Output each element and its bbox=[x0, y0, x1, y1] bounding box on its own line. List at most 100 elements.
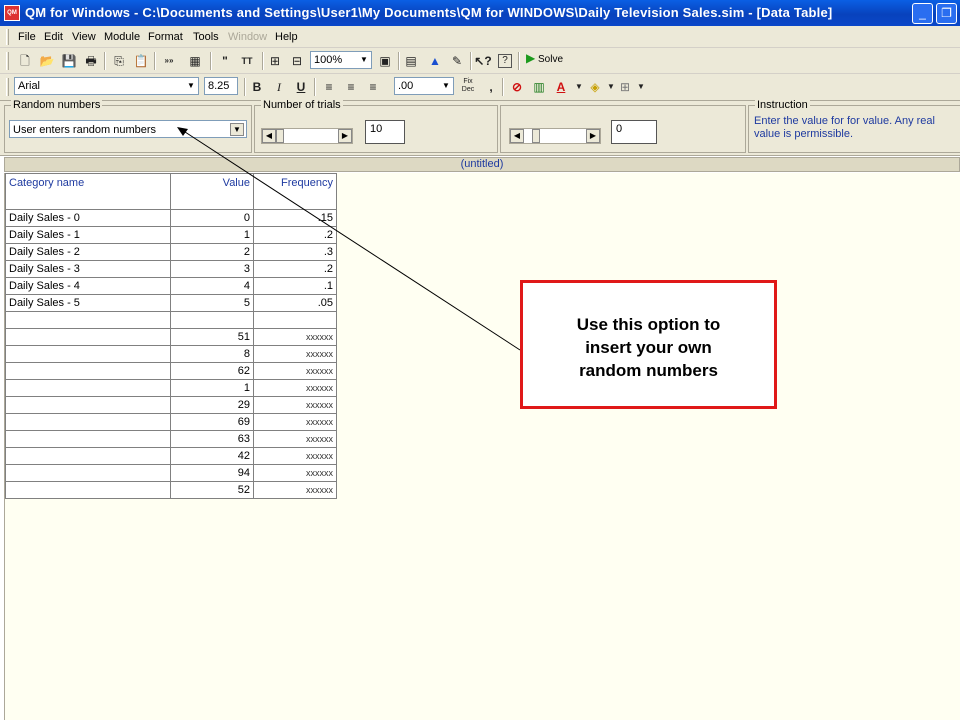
cell-category[interactable] bbox=[5, 311, 171, 329]
pen-icon[interactable]: ✎ bbox=[448, 52, 466, 70]
cell-value[interactable]: 69 bbox=[170, 413, 254, 431]
underline-button[interactable]: U bbox=[292, 78, 310, 96]
cell-value[interactable]: 29 bbox=[170, 396, 254, 414]
cell-value[interactable]: 94 bbox=[170, 464, 254, 482]
cell-value[interactable]: 63 bbox=[170, 430, 254, 448]
align-center-icon[interactable]: ≡ bbox=[342, 78, 360, 96]
cell-value[interactable]: 62 bbox=[170, 362, 254, 380]
chevron-right-icon[interactable]: ▶ bbox=[586, 129, 600, 143]
font-name-select[interactable]: Arial ▼ bbox=[14, 77, 199, 95]
distribution-icon[interactable]: ▲ bbox=[426, 52, 444, 70]
chevron-down-icon[interactable]: ▼ bbox=[632, 78, 650, 96]
cell-category[interactable]: Daily Sales - 5 bbox=[5, 294, 171, 312]
cell-value[interactable]: 51 bbox=[170, 328, 254, 346]
save-icon[interactable]: 💾 bbox=[60, 52, 78, 70]
cell-value[interactable] bbox=[170, 311, 254, 329]
minimize-button[interactable]: _ bbox=[912, 3, 933, 24]
value-input[interactable]: 0 bbox=[611, 120, 657, 144]
chevron-left-icon[interactable]: ◀ bbox=[262, 129, 276, 143]
print-icon[interactable]: 🖶 bbox=[82, 52, 100, 70]
align-left-icon[interactable]: ≡ bbox=[320, 78, 338, 96]
cell-frequency[interactable] bbox=[253, 311, 337, 329]
paste-icon[interactable]: 📋 bbox=[132, 52, 150, 70]
cell-value[interactable]: 4 bbox=[170, 277, 254, 295]
menu-edit[interactable]: Edit bbox=[44, 31, 63, 43]
cell-value[interactable]: 8 bbox=[170, 345, 254, 363]
italic-button[interactable]: I bbox=[270, 78, 288, 96]
title-icon[interactable]: TT bbox=[238, 52, 256, 70]
cell-frequency[interactable]: .1 bbox=[253, 277, 337, 295]
chevron-right-icon[interactable]: ▶ bbox=[338, 129, 352, 143]
cell-category[interactable] bbox=[5, 379, 171, 397]
decimals-select[interactable]: .00 ▼ bbox=[394, 77, 454, 95]
cell-frequency[interactable]: xxxxxx bbox=[253, 481, 337, 499]
grid-icon[interactable]: ▦ bbox=[186, 52, 204, 70]
cell-frequency[interactable]: xxxxxx bbox=[253, 345, 337, 363]
gridlines-icon[interactable]: ▥ bbox=[530, 78, 548, 96]
cell-category[interactable] bbox=[5, 413, 171, 431]
column-header-frequency[interactable]: Frequency bbox=[253, 173, 337, 210]
align-right-icon[interactable]: ≡ bbox=[364, 78, 382, 96]
cell-category[interactable]: Daily Sales - 2 bbox=[5, 243, 171, 261]
menu-file[interactable]: File bbox=[18, 31, 36, 43]
menu-format[interactable]: Format bbox=[148, 31, 183, 43]
cell-category[interactable] bbox=[5, 447, 171, 465]
open-folder-icon[interactable]: 📂 bbox=[38, 52, 56, 70]
cell-frequency[interactable]: .05 bbox=[253, 294, 337, 312]
cell-frequency[interactable]: xxxxxx bbox=[253, 362, 337, 380]
cell-frequency[interactable]: xxxxxx bbox=[253, 328, 337, 346]
comma-button[interactable]: , bbox=[482, 78, 500, 96]
cell-value[interactable]: 5 bbox=[170, 294, 254, 312]
cell-category[interactable]: Daily Sales - 3 bbox=[5, 260, 171, 278]
cell-value[interactable]: 1 bbox=[170, 226, 254, 244]
cell-category[interactable] bbox=[5, 362, 171, 380]
cell-frequency[interactable]: xxxxxx bbox=[253, 447, 337, 465]
chevron-left-icon[interactable]: ◀ bbox=[510, 129, 524, 143]
cell-category[interactable] bbox=[5, 396, 171, 414]
align-columns-icon[interactable]: »» bbox=[160, 52, 178, 70]
solve-button[interactable]: ▶ Solve bbox=[526, 51, 576, 71]
new-file-icon[interactable]: 🗋 bbox=[16, 52, 34, 70]
cell-frequency[interactable]: .2 bbox=[253, 260, 337, 278]
slider-thumb[interactable] bbox=[276, 129, 284, 143]
cell-category[interactable] bbox=[5, 345, 171, 363]
menu-tools[interactable]: Tools bbox=[193, 31, 219, 43]
column-header-category[interactable]: Category name bbox=[5, 173, 171, 210]
font-size-select[interactable]: 8.25 bbox=[204, 77, 238, 95]
column-header-value[interactable]: Value bbox=[170, 173, 254, 210]
cell-frequency[interactable]: .3 bbox=[253, 243, 337, 261]
cell-frequency[interactable]: xxxxxx bbox=[253, 379, 337, 397]
random-numbers-select[interactable]: User enters random numbers ▼ bbox=[9, 120, 247, 138]
trials-input[interactable]: 10 bbox=[365, 120, 405, 144]
cell-category[interactable] bbox=[5, 464, 171, 482]
calculator-icon[interactable]: ▤ bbox=[402, 52, 420, 70]
slider-thumb[interactable] bbox=[532, 129, 540, 143]
cell-frequency[interactable]: xxxxxx bbox=[253, 430, 337, 448]
cell-frequency[interactable]: xxxxxx bbox=[253, 413, 337, 431]
zero-icon[interactable]: ⊘ bbox=[508, 78, 526, 96]
cell-category[interactable]: Daily Sales - 1 bbox=[5, 226, 171, 244]
context-help-icon[interactable]: ↖? bbox=[474, 52, 492, 70]
menu-help[interactable]: Help bbox=[275, 31, 298, 43]
window-icon[interactable]: ▣ bbox=[376, 52, 394, 70]
value-slider[interactable]: ◀ ▶ bbox=[509, 128, 601, 144]
zoom-select[interactable]: 100% ▼ bbox=[310, 51, 372, 69]
cell-category[interactable]: Daily Sales - 4 bbox=[5, 277, 171, 295]
cell-category[interactable] bbox=[5, 481, 171, 499]
cell-category[interactable] bbox=[5, 430, 171, 448]
bold-button[interactable]: B bbox=[248, 78, 266, 96]
cell-value[interactable]: 0 bbox=[170, 209, 254, 227]
cell-category[interactable] bbox=[5, 328, 171, 346]
font-color-icon[interactable]: A bbox=[552, 78, 570, 96]
insert-row-icon[interactable]: ⊞ bbox=[266, 52, 284, 70]
cell-value[interactable]: 52 bbox=[170, 481, 254, 499]
insert-column-icon[interactable]: ⊟ bbox=[288, 52, 306, 70]
menu-view[interactable]: View bbox=[72, 31, 96, 43]
cell-value[interactable]: 42 bbox=[170, 447, 254, 465]
cell-value[interactable]: 2 bbox=[170, 243, 254, 261]
quote-icon[interactable]: " bbox=[216, 52, 234, 70]
cell-frequency[interactable]: xxxxxx bbox=[253, 464, 337, 482]
cell-value[interactable]: 1 bbox=[170, 379, 254, 397]
trials-slider[interactable]: ◀ ▶ bbox=[261, 128, 353, 144]
cell-category[interactable]: Daily Sales - 0 bbox=[5, 209, 171, 227]
